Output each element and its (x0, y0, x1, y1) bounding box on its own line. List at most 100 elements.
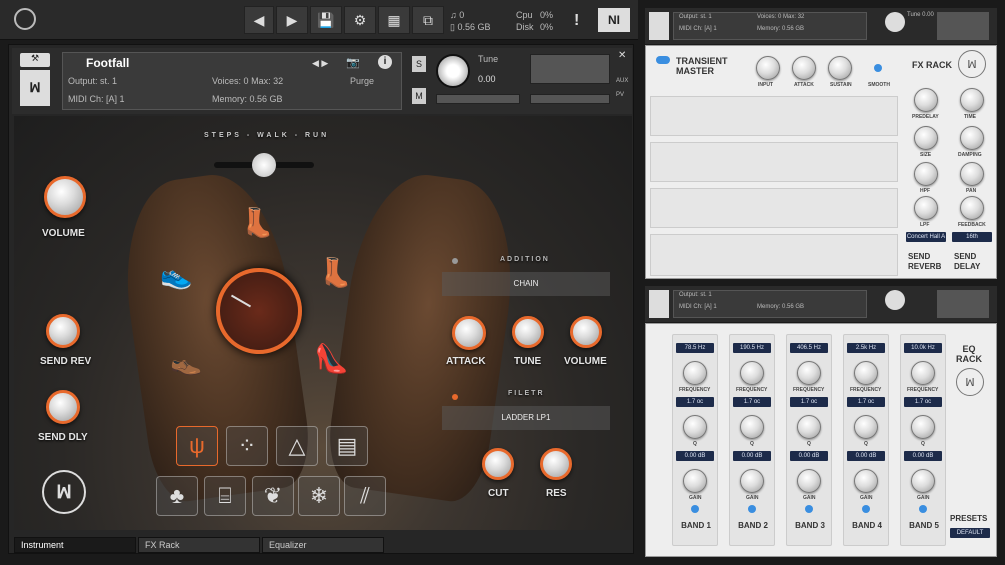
reverb-type[interactable]: Concert Hall A (906, 232, 946, 242)
steps-slider-handle[interactable] (252, 153, 276, 177)
eq-freq-value[interactable]: 406.5 Hz (790, 343, 828, 353)
gravel-icon[interactable]: ⁘ (226, 426, 268, 466)
eq-gain-knob[interactable] (911, 469, 935, 493)
smooth-led[interactable] (874, 64, 882, 72)
eq-q-value[interactable]: 1.7 oc (790, 397, 828, 407)
eq-gain-knob[interactable] (740, 469, 764, 493)
output-value[interactable]: st. 1 (100, 76, 117, 86)
eq-band-led[interactable] (691, 505, 699, 513)
wrench-icon[interactable]: ⚒ (20, 53, 50, 67)
volume-slider[interactable] (530, 94, 610, 104)
eq-freq-knob[interactable] (911, 361, 935, 385)
fx-slot-1[interactable] (650, 96, 898, 136)
eq-gain-value[interactable]: 0.00 dB (790, 451, 828, 461)
eq-gain-value[interactable]: 0.00 dB (733, 451, 771, 461)
presets-dropdown[interactable]: DEFAULT (950, 528, 990, 538)
eq-freq-value[interactable]: 10.0k Hz (904, 343, 942, 353)
attack-knob[interactable] (452, 316, 486, 350)
heel-icon[interactable]: 👠 (314, 342, 349, 375)
eq-freq-value[interactable]: 190.5 Hz (733, 343, 771, 353)
hpf-knob[interactable] (914, 162, 938, 186)
addition-led[interactable] (452, 258, 458, 264)
resize-icon[interactable]: ⧉ (412, 6, 444, 34)
fx-slot-2[interactable] (650, 142, 898, 182)
eq-q-knob[interactable] (797, 415, 821, 439)
solo-button[interactable]: S (412, 56, 426, 72)
chain-dropdown[interactable]: CHAIN (442, 272, 610, 296)
feedback-knob[interactable] (960, 196, 984, 220)
warning-icon[interactable]: ! (574, 12, 579, 30)
eq-gain-knob[interactable] (797, 469, 821, 493)
eq-band-led[interactable] (805, 505, 813, 513)
eq-q-knob[interactable] (740, 415, 764, 439)
eq-q-knob[interactable] (683, 415, 707, 439)
lpf-knob[interactable] (914, 196, 938, 220)
camera-icon[interactable]: 📷 (346, 56, 360, 69)
volume-knob[interactable] (44, 176, 86, 218)
eq-q-knob[interactable] (854, 415, 878, 439)
eq-band-led[interactable] (748, 505, 756, 513)
prev-button[interactable]: ◀ (244, 6, 274, 34)
eq-band-led[interactable] (862, 505, 870, 513)
eq-band-led[interactable] (919, 505, 927, 513)
eq-freq-knob[interactable] (797, 361, 821, 385)
eq-mini-tune-knob[interactable] (885, 290, 905, 310)
tab-equalizer[interactable]: Equalizer (262, 537, 384, 553)
metal-icon[interactable]: ⫽ (344, 476, 386, 516)
info-icon[interactable]: i (378, 55, 392, 69)
res-knob[interactable] (540, 448, 572, 480)
midi-value[interactable]: [A] 1 (106, 94, 125, 104)
eq-q-value[interactable]: 1.7 oc (904, 397, 942, 407)
send-dly-knob[interactable] (46, 390, 80, 424)
gear-icon[interactable]: ⚙ (344, 6, 376, 34)
tune-value[interactable]: 0.00 (478, 74, 496, 84)
grass-icon[interactable]: ψ (176, 426, 218, 466)
eq-gain-value[interactable]: 0.00 dB (676, 451, 714, 461)
filter-led[interactable] (452, 394, 458, 400)
wood-icon[interactable]: ⌸ (204, 476, 246, 516)
instrument-name[interactable]: Footfall (86, 56, 129, 70)
eq-freq-knob[interactable] (854, 361, 878, 385)
eq-gain-value[interactable]: 0.00 dB (847, 451, 885, 461)
time-knob[interactable] (960, 88, 984, 112)
purge-button[interactable]: Purge (350, 76, 374, 86)
save-icon[interactable]: 💾 (310, 6, 342, 34)
fx-mini-tune-knob[interactable] (885, 12, 905, 32)
size-knob[interactable] (914, 126, 938, 150)
filter-dropdown[interactable]: LADDER LP1 (442, 406, 610, 430)
transient-toggle[interactable] (656, 56, 670, 64)
forest-icon[interactable]: ♣ (156, 476, 198, 516)
pv-button[interactable]: PV (616, 92, 624, 98)
eq-freq-value[interactable]: 78.5 Hz (676, 343, 714, 353)
boot-icon[interactable]: 👢 (240, 206, 275, 239)
eq-freq-value[interactable]: 2.5k Hz (847, 343, 885, 353)
pan-knob[interactable] (960, 162, 984, 186)
sneaker-icon[interactable]: 👟 (160, 260, 192, 291)
attack-knob-fx[interactable] (792, 56, 816, 80)
tab-fx-rack[interactable]: FX Rack (138, 537, 260, 553)
eq-freq-knob[interactable] (683, 361, 707, 385)
view-icon[interactable]: ▦ (378, 6, 410, 34)
fx-slot-4[interactable] (650, 234, 898, 276)
eq-q-knob[interactable] (911, 415, 935, 439)
sustain-knob[interactable] (828, 56, 852, 80)
ni-logo[interactable]: NI (598, 8, 630, 32)
eq-q-value[interactable]: 1.7 oc (733, 397, 771, 407)
eq-q-value[interactable]: 1.7 oc (847, 397, 885, 407)
main-shoe-knob[interactable] (216, 268, 302, 354)
delay-type[interactable]: 16th (952, 232, 992, 242)
nav-arrows[interactable]: ◀ ▶ (312, 58, 328, 69)
tab-instrument[interactable]: Instrument (14, 537, 136, 553)
close-icon[interactable]: ✕ (618, 50, 626, 61)
send-rev-knob[interactable] (46, 314, 80, 348)
max-value[interactable]: 32 (273, 76, 283, 86)
eq-q-value[interactable]: 1.7 oc (676, 397, 714, 407)
predelay-knob[interactable] (914, 88, 938, 112)
brick-icon[interactable]: ▤ (326, 426, 368, 466)
dress-shoe-icon[interactable]: 👞 (170, 346, 202, 377)
eq-gain-knob[interactable] (854, 469, 878, 493)
cut-knob[interactable] (482, 448, 514, 480)
next-button[interactable]: ▶ (276, 6, 308, 34)
rain-boot-icon[interactable]: 👢 (318, 256, 353, 289)
mute-button[interactable]: M (412, 88, 426, 104)
